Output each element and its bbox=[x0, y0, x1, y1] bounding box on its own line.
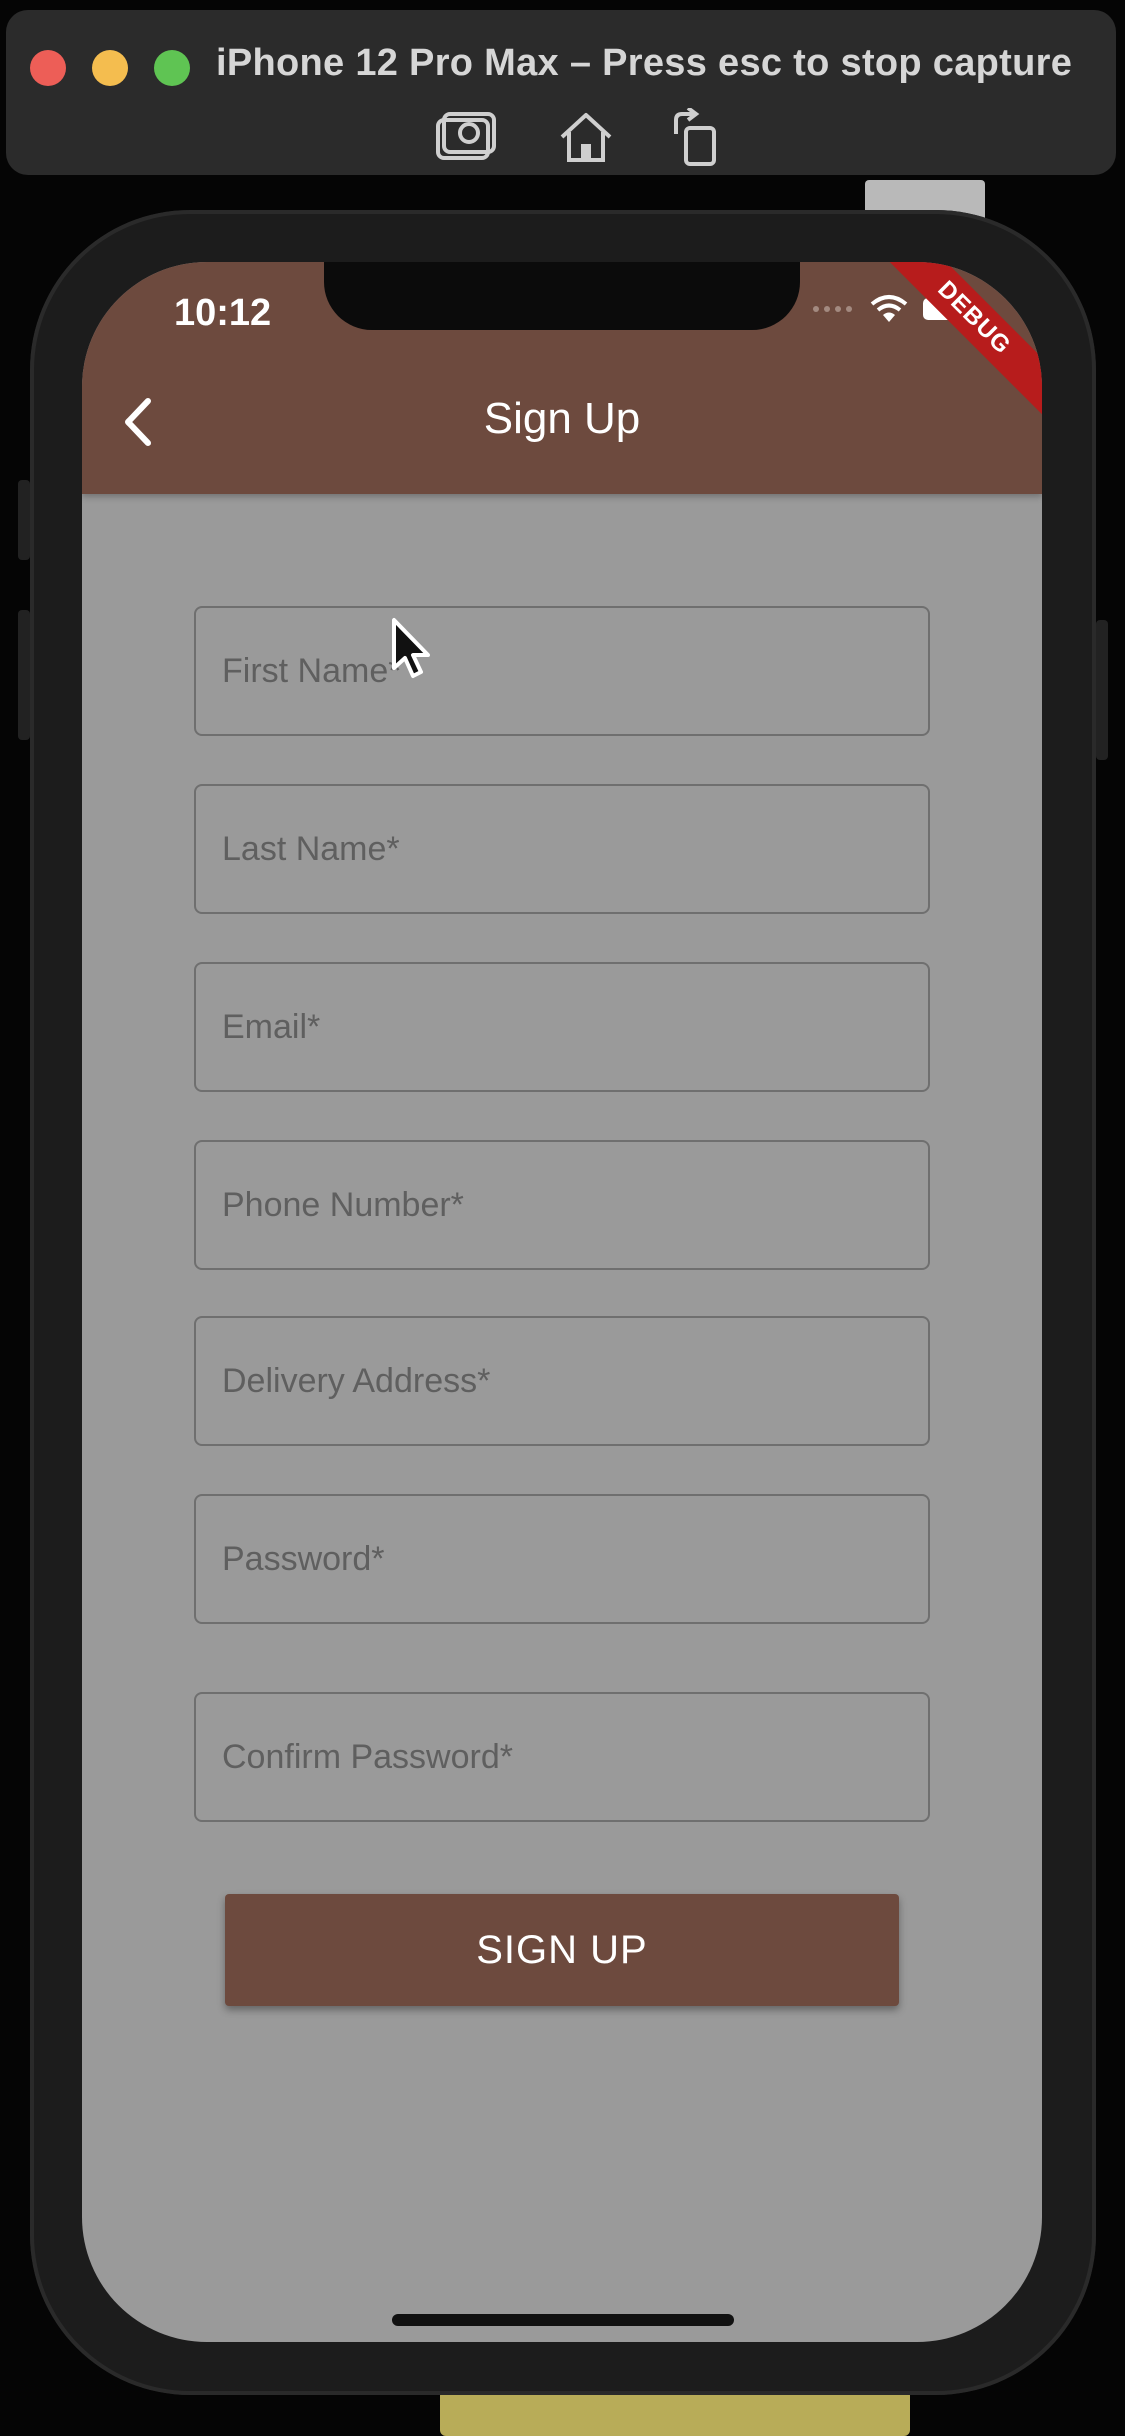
simulator-toolbar: iPhone 12 Pro Max – Press esc to stop ca… bbox=[6, 10, 1116, 175]
password-input[interactable] bbox=[196, 1496, 928, 1622]
home-indicator[interactable] bbox=[392, 2314, 734, 2326]
device-side-button bbox=[18, 480, 30, 560]
device-screen: 10:12 DEBUG Sign Up First Name* Last Nam… bbox=[82, 262, 1042, 2342]
device-side-button bbox=[18, 610, 30, 740]
zoom-window-button[interactable] bbox=[154, 50, 190, 86]
camera-icon bbox=[436, 112, 496, 160]
last-name-input[interactable] bbox=[196, 786, 928, 912]
phone-number-input[interactable] bbox=[196, 1142, 928, 1268]
confirm-password-field[interactable] bbox=[194, 1692, 930, 1822]
sign-up-button[interactable]: SIGN UP bbox=[225, 1894, 899, 2006]
wifi-icon bbox=[870, 295, 908, 322]
mouse-cursor-icon bbox=[392, 618, 430, 678]
email-input[interactable] bbox=[196, 964, 928, 1090]
confirm-password-input[interactable] bbox=[196, 1694, 928, 1820]
simulator-stage: iPhone 12 Pro Max – Press esc to stop ca… bbox=[0, 0, 1125, 2436]
screenshot-button[interactable] bbox=[430, 104, 502, 172]
page-title: Sign Up bbox=[483, 394, 641, 443]
email-field[interactable] bbox=[194, 962, 930, 1092]
password-field[interactable] bbox=[194, 1494, 930, 1624]
home-button[interactable] bbox=[550, 104, 622, 172]
close-window-button[interactable] bbox=[30, 50, 66, 86]
rotate-button[interactable] bbox=[660, 104, 732, 172]
first-name-input[interactable] bbox=[196, 608, 928, 734]
rotate-icon bbox=[674, 108, 716, 166]
background-window bbox=[440, 2390, 910, 2436]
signal-icon bbox=[813, 306, 852, 312]
phone-number-field[interactable] bbox=[194, 1140, 930, 1270]
first-name-field[interactable] bbox=[194, 606, 930, 736]
last-name-field[interactable] bbox=[194, 784, 930, 914]
home-icon bbox=[560, 113, 612, 162]
app-bar: 10:12 DEBUG Sign Up bbox=[82, 262, 1042, 494]
delivery-address-field[interactable] bbox=[194, 1316, 930, 1446]
minimize-window-button[interactable] bbox=[92, 50, 128, 86]
device-side-button bbox=[1096, 620, 1108, 760]
simulator-title: iPhone 12 Pro Max – Press esc to stop ca… bbox=[216, 42, 1073, 84]
delivery-address-input[interactable] bbox=[196, 1318, 928, 1444]
device-notch bbox=[324, 262, 800, 330]
status-time: 10:12 bbox=[174, 292, 272, 334]
